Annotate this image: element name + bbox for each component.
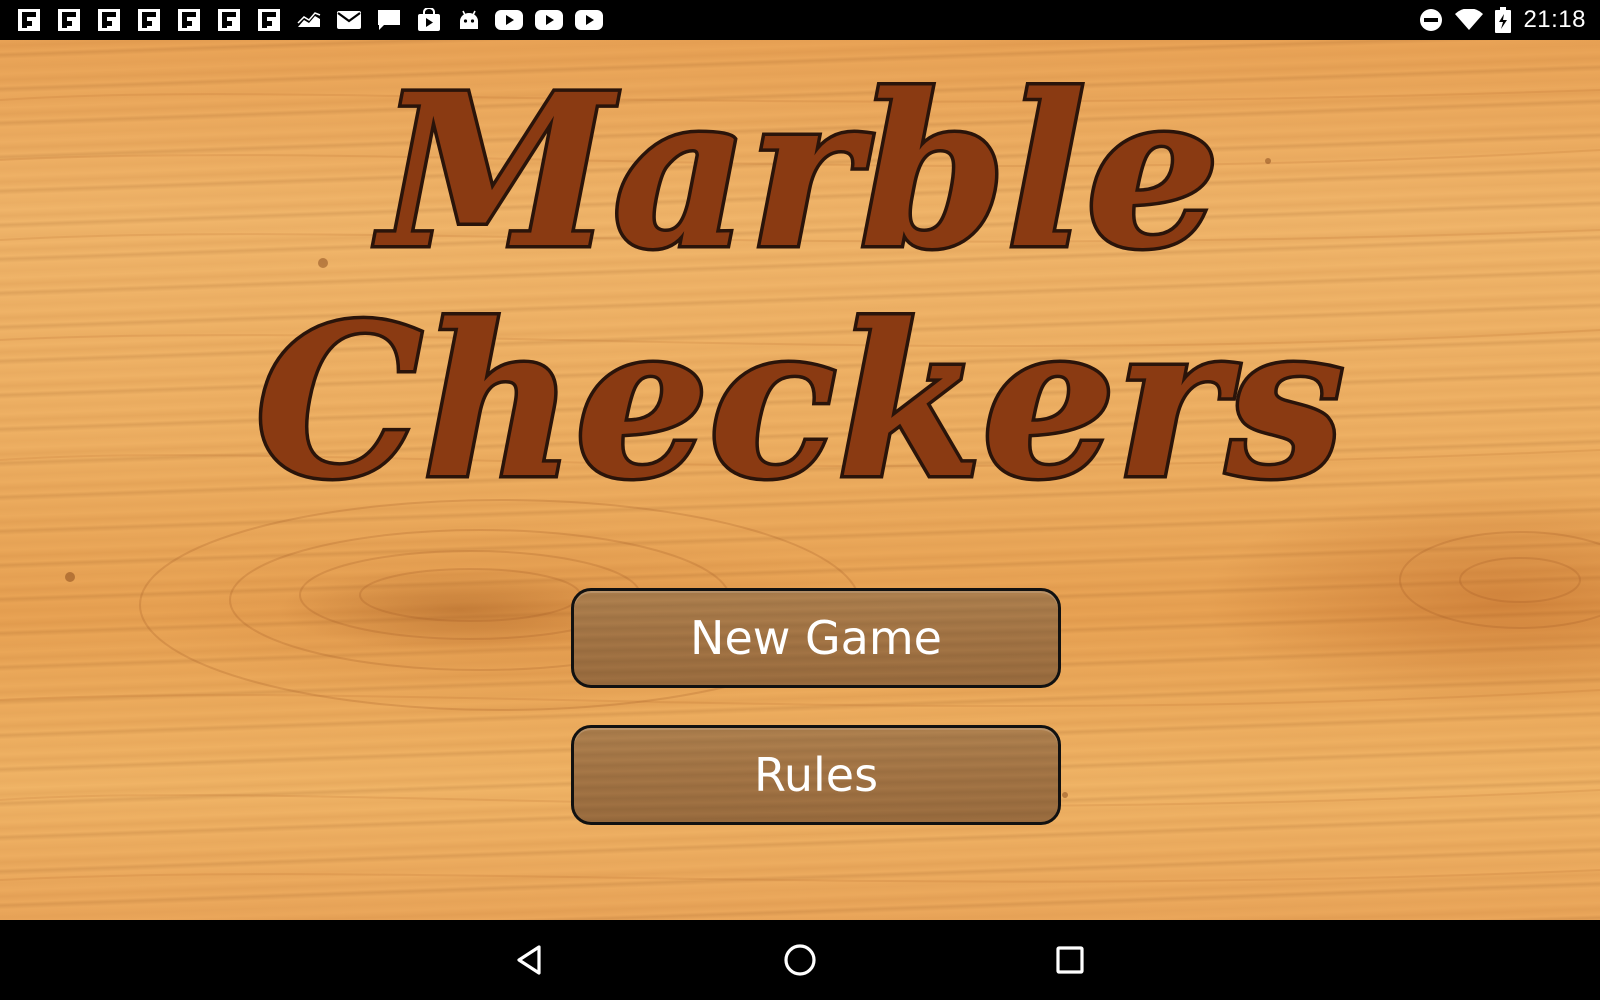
do-not-disturb-icon (1419, 8, 1443, 32)
play-store-icon (414, 8, 444, 32)
back-button[interactable] (485, 920, 575, 1000)
recents-icon (1056, 946, 1084, 974)
home-button[interactable] (755, 920, 845, 1000)
game-menu-background: Marble Checkers New Game Rules (0, 40, 1600, 920)
message-icon (374, 8, 404, 32)
wifi-icon (1455, 9, 1484, 31)
flipboard-icon (254, 8, 284, 32)
notification-icons (14, 0, 614, 40)
flipboard-icon (54, 8, 84, 32)
recents-button[interactable] (1025, 920, 1115, 1000)
navigation-bar (0, 920, 1600, 1000)
rules-label: Rules (753, 748, 879, 802)
chart-icon (294, 8, 324, 32)
flipboard-icon (134, 8, 164, 32)
home-icon (784, 944, 816, 976)
youtube-icon (534, 8, 564, 32)
status-bar: 21:18 (0, 0, 1600, 40)
game-title: Marble Checkers (252, 45, 1348, 529)
rules-button[interactable]: Rules (571, 725, 1061, 825)
back-icon (517, 945, 541, 975)
title-line-marble: Marble (374, 48, 1219, 295)
youtube-icon (494, 8, 524, 32)
new-game-button[interactable]: New Game (571, 588, 1061, 688)
title-line-checkers: Checkers (255, 278, 1344, 525)
status-clock: 21:18 (1523, 6, 1586, 33)
flipboard-icon (94, 8, 124, 32)
flipboard-icon (14, 8, 44, 32)
youtube-icon (574, 8, 604, 32)
system-icons: 21:18 (1407, 0, 1586, 40)
android-icon (454, 8, 484, 32)
flipboard-icon (214, 8, 244, 32)
battery-icon (1495, 7, 1512, 33)
app-screen: 21:18 Marble Checkers New Game Rules (0, 0, 1600, 1000)
mail-icon (334, 8, 364, 32)
flipboard-icon (174, 8, 204, 32)
new-game-label: New Game (690, 611, 942, 665)
